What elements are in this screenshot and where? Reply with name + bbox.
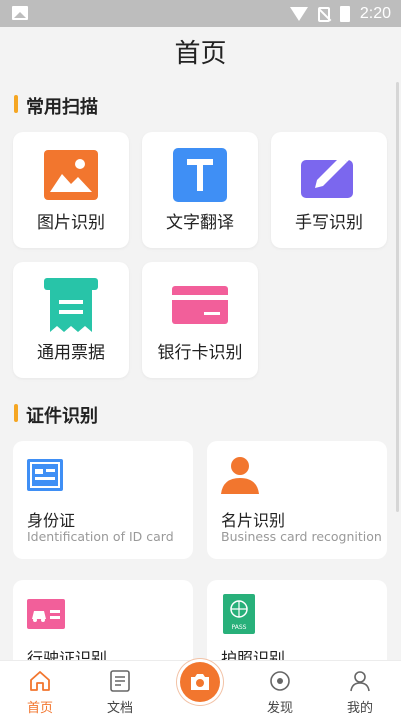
- id-card-icon: [27, 459, 63, 491]
- person-icon: [221, 457, 259, 494]
- scrollbar[interactable]: [396, 82, 399, 512]
- page-title: 首页: [174, 39, 227, 69]
- tile-text-translate[interactable]: 文字翻译: [142, 132, 258, 248]
- tab-label: 我的: [346, 701, 373, 716]
- image-icon: [44, 150, 98, 200]
- wifi-icon: [289, 7, 308, 21]
- tile-bank-card-recognition[interactable]: 银行卡识别: [142, 262, 258, 378]
- pen-icon: [301, 152, 353, 198]
- no-sim-icon: [317, 6, 330, 22]
- status-bar: 2:20: [0, 0, 401, 27]
- car-license-icon: [27, 599, 65, 629]
- camera-icon: [191, 674, 209, 690]
- card-title: 身份证: [27, 511, 76, 530]
- section-title-common-scan: 常用扫描: [14, 93, 98, 119]
- bank-card-icon: [172, 286, 228, 324]
- section-title-certificates: 证件识别: [14, 402, 98, 428]
- home-icon: [30, 671, 50, 691]
- tile-general-receipts[interactable]: 通用票据: [13, 262, 129, 378]
- status-time: 2:20: [359, 5, 391, 22]
- user-icon: [350, 671, 370, 692]
- card-subtitle: Business card recognition: [221, 529, 382, 544]
- text-t-icon: [173, 148, 227, 202]
- battery-icon: [339, 6, 350, 22]
- document-icon: [110, 670, 130, 692]
- tab-profile[interactable]: 我的: [320, 661, 400, 717]
- card-passport[interactable]: PASS 护照识别: [207, 580, 387, 670]
- page-header: 首页: [0, 27, 401, 82]
- gallery-notification-icon: [12, 6, 28, 20]
- tile-label: 通用票据: [37, 343, 105, 363]
- tab-label: 发现: [266, 701, 293, 716]
- receipt-icon: [44, 278, 98, 332]
- tab-label: 文档: [106, 701, 133, 716]
- card-title: 名片识别: [221, 511, 286, 530]
- tile-label: 文字翻译: [166, 213, 234, 233]
- tile-image-recognition[interactable]: 图片识别: [13, 132, 129, 248]
- card-id-card[interactable]: 身份证 Identification of ID card: [13, 441, 193, 559]
- passport-icon: PASS: [223, 594, 255, 634]
- card-vehicle-license[interactable]: 行驶证识别: [13, 580, 193, 670]
- discover-icon: [270, 671, 290, 691]
- tab-discover[interactable]: 发现: [240, 661, 320, 717]
- tab-home[interactable]: 首页: [0, 661, 80, 717]
- card-subtitle: Identification of ID card: [27, 529, 174, 544]
- tab-label: 首页: [26, 701, 53, 716]
- card-business-card[interactable]: 名片识别 Business card recognition: [207, 441, 387, 559]
- camera-button[interactable]: [180, 662, 220, 702]
- tile-label: 银行卡识别: [157, 343, 243, 363]
- tile-label: 手写识别: [295, 213, 363, 233]
- tile-handwriting-recognition[interactable]: 手写识别: [271, 132, 387, 248]
- tile-label: 图片识别: [37, 213, 105, 233]
- passport-badge: PASS: [232, 624, 247, 631]
- tab-documents[interactable]: 文档: [80, 661, 160, 717]
